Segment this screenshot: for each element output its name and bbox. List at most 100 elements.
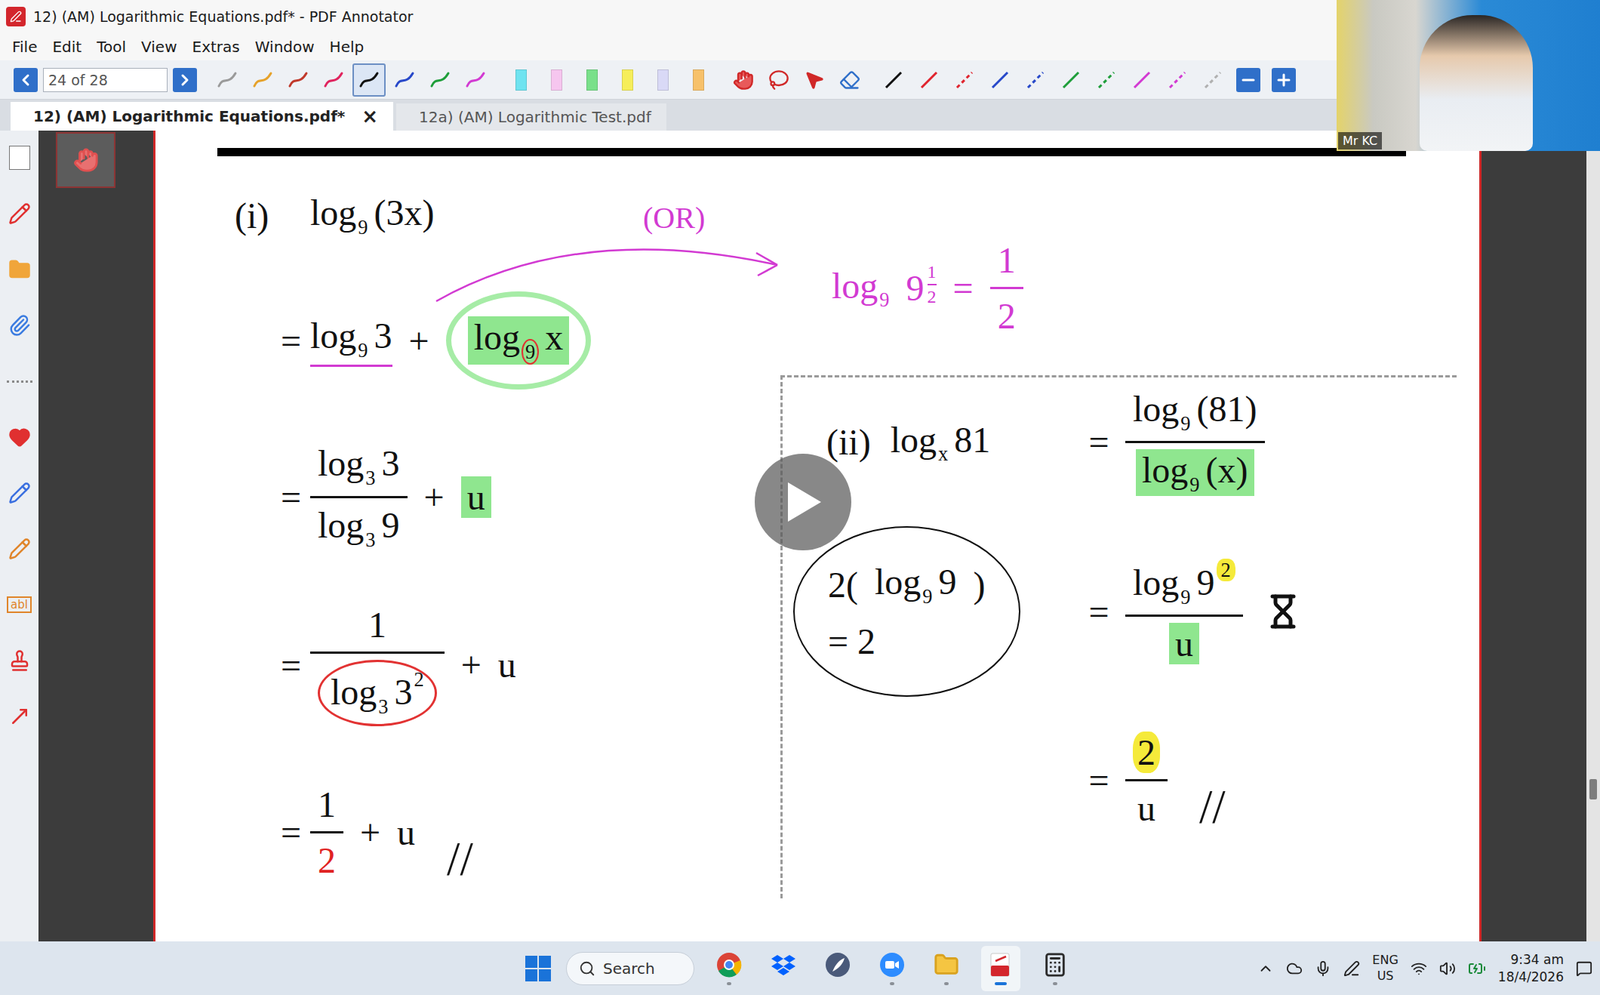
sidebar-tool[interactable] [3,643,37,677]
cloud-icon[interactable] [1286,960,1303,977]
menu-item[interactable]: Window [255,37,315,56]
math-fraction: 12 [310,783,344,881]
document-tab[interactable]: 12a) (AM) Logarithmic Test.pdf [396,103,667,131]
working-line: 2u// [1125,726,1265,834]
sidebar-tool[interactable] [3,308,37,342]
file-explorer-icon [933,951,960,978]
pen-button[interactable] [246,63,280,97]
line-tool-button[interactable] [1089,63,1124,97]
pen-button[interactable] [316,63,351,97]
sidebar-tool[interactable] [3,699,37,733]
tab-close-button[interactable]: × [361,104,379,128]
highlighter-button[interactable] [504,63,538,97]
part-i-working: (i)log9(3x)=log93+log9x=log33log39+u=1lo… [155,156,781,899]
windows-start-icon[interactable] [525,955,551,982]
math-text: u [1137,787,1156,829]
hand-panel[interactable] [55,132,116,188]
select-tool-button[interactable] [797,63,831,97]
taskbar-app[interactable] [763,945,804,991]
menu-item[interactable]: Edit [52,37,82,56]
working-line: log9(3x) [310,191,591,239]
math-text: + [409,320,430,362]
highlighter-button[interactable] [646,63,680,97]
menu-item[interactable]: File [12,37,37,56]
taskbar-app[interactable] [709,945,749,991]
previous-page-button[interactable] [13,67,38,93]
taskbar-app[interactable] [1035,945,1075,991]
right-gutter [1481,130,1587,942]
pen-button[interactable] [281,63,315,97]
taskbar-app[interactable] [872,945,912,991]
highlighter-button[interactable] [539,63,573,97]
math-log: log99 [874,560,957,608]
pen-button[interactable] [387,63,422,97]
highlighter-icon [692,69,705,91]
lasso-icon [768,69,790,91]
page-field[interactable]: 24 of 28 [43,67,168,93]
app-icon [824,951,851,978]
taskbar-search[interactable]: Search [566,951,695,985]
heart-icon [8,425,31,449]
sidebar-tool[interactable] [3,196,37,231]
hand-tool-button[interactable] [726,63,760,97]
sidebar-tool[interactable] [3,532,37,566]
highlighter-button[interactable] [681,63,715,97]
scrollbar[interactable] [1586,130,1600,942]
highlighter-button[interactable] [575,63,609,97]
pen-icon [8,202,31,225]
battery-icon[interactable] [1467,959,1487,978]
line-tool-button[interactable] [1196,63,1230,97]
pen-button[interactable] [352,63,386,97]
language-indicator[interactable]: ENGUS [1372,952,1398,985]
line-tool-button[interactable] [876,63,911,97]
highlighter-button[interactable] [610,63,644,97]
math-text: + [461,643,482,686]
eraser-tool-button[interactable] [833,63,867,97]
sidebar-tool[interactable] [3,476,37,510]
menu-item[interactable]: Extras [192,37,240,56]
line-tool-button[interactable] [912,63,946,97]
menu-item[interactable]: Tool [96,37,127,56]
line-icon [1166,69,1188,91]
sidebar-tool [3,364,37,398]
scrollbar-thumb[interactable] [1589,778,1597,800]
lasso-tool-button[interactable] [762,63,796,97]
line-tool-button[interactable] [983,63,1017,97]
clock[interactable]: 9:34 am18/4/2026 [1498,950,1564,985]
notification-icon[interactable] [1575,960,1593,977]
play-button[interactable] [754,453,852,551]
arrow-left-icon [16,70,35,90]
participant-name: Mr KC [1338,132,1382,150]
taskbar-app[interactable] [818,945,858,991]
line-tool-button[interactable] [1054,63,1088,97]
wifi-icon[interactable] [1410,960,1428,977]
taskbar-app[interactable] [926,945,967,991]
sidebar-tool[interactable] [3,420,37,454]
microphone-icon[interactable] [1314,960,1332,977]
highlighter-icon [550,69,563,91]
sidebar-tool[interactable] [3,141,37,175]
taskbar-app[interactable] [981,945,1021,991]
pen-icon [8,481,31,505]
pen-icon[interactable] [1343,960,1360,977]
line-tool-button[interactable] [1125,63,1159,97]
line-tool-button[interactable] [1018,63,1053,97]
working-line: 1log332+u [310,603,591,727]
volume-icon[interactable] [1439,960,1456,977]
pen-button[interactable] [423,63,457,97]
line-tool-button[interactable] [947,63,982,97]
line-tool-button[interactable] [1160,63,1194,97]
zoom-in-button[interactable] [1271,67,1296,93]
document-tab[interactable]: 12) (AM) Logarithmic Equations.pdf*× [10,101,394,131]
folder-icon [8,258,31,281]
pen-button[interactable] [458,63,493,97]
pen-button[interactable] [210,63,244,97]
equals-sign: = [280,476,311,518]
sidebar-tool[interactable] [3,252,37,287]
zoom-out-button[interactable] [1236,67,1261,93]
next-page-button[interactable] [172,67,197,93]
menu-item[interactable]: Help [329,37,365,56]
menu-item[interactable]: View [141,37,177,56]
chevron-up-icon[interactable] [1257,960,1274,977]
sidebar-tool[interactable]: abl [3,587,37,622]
